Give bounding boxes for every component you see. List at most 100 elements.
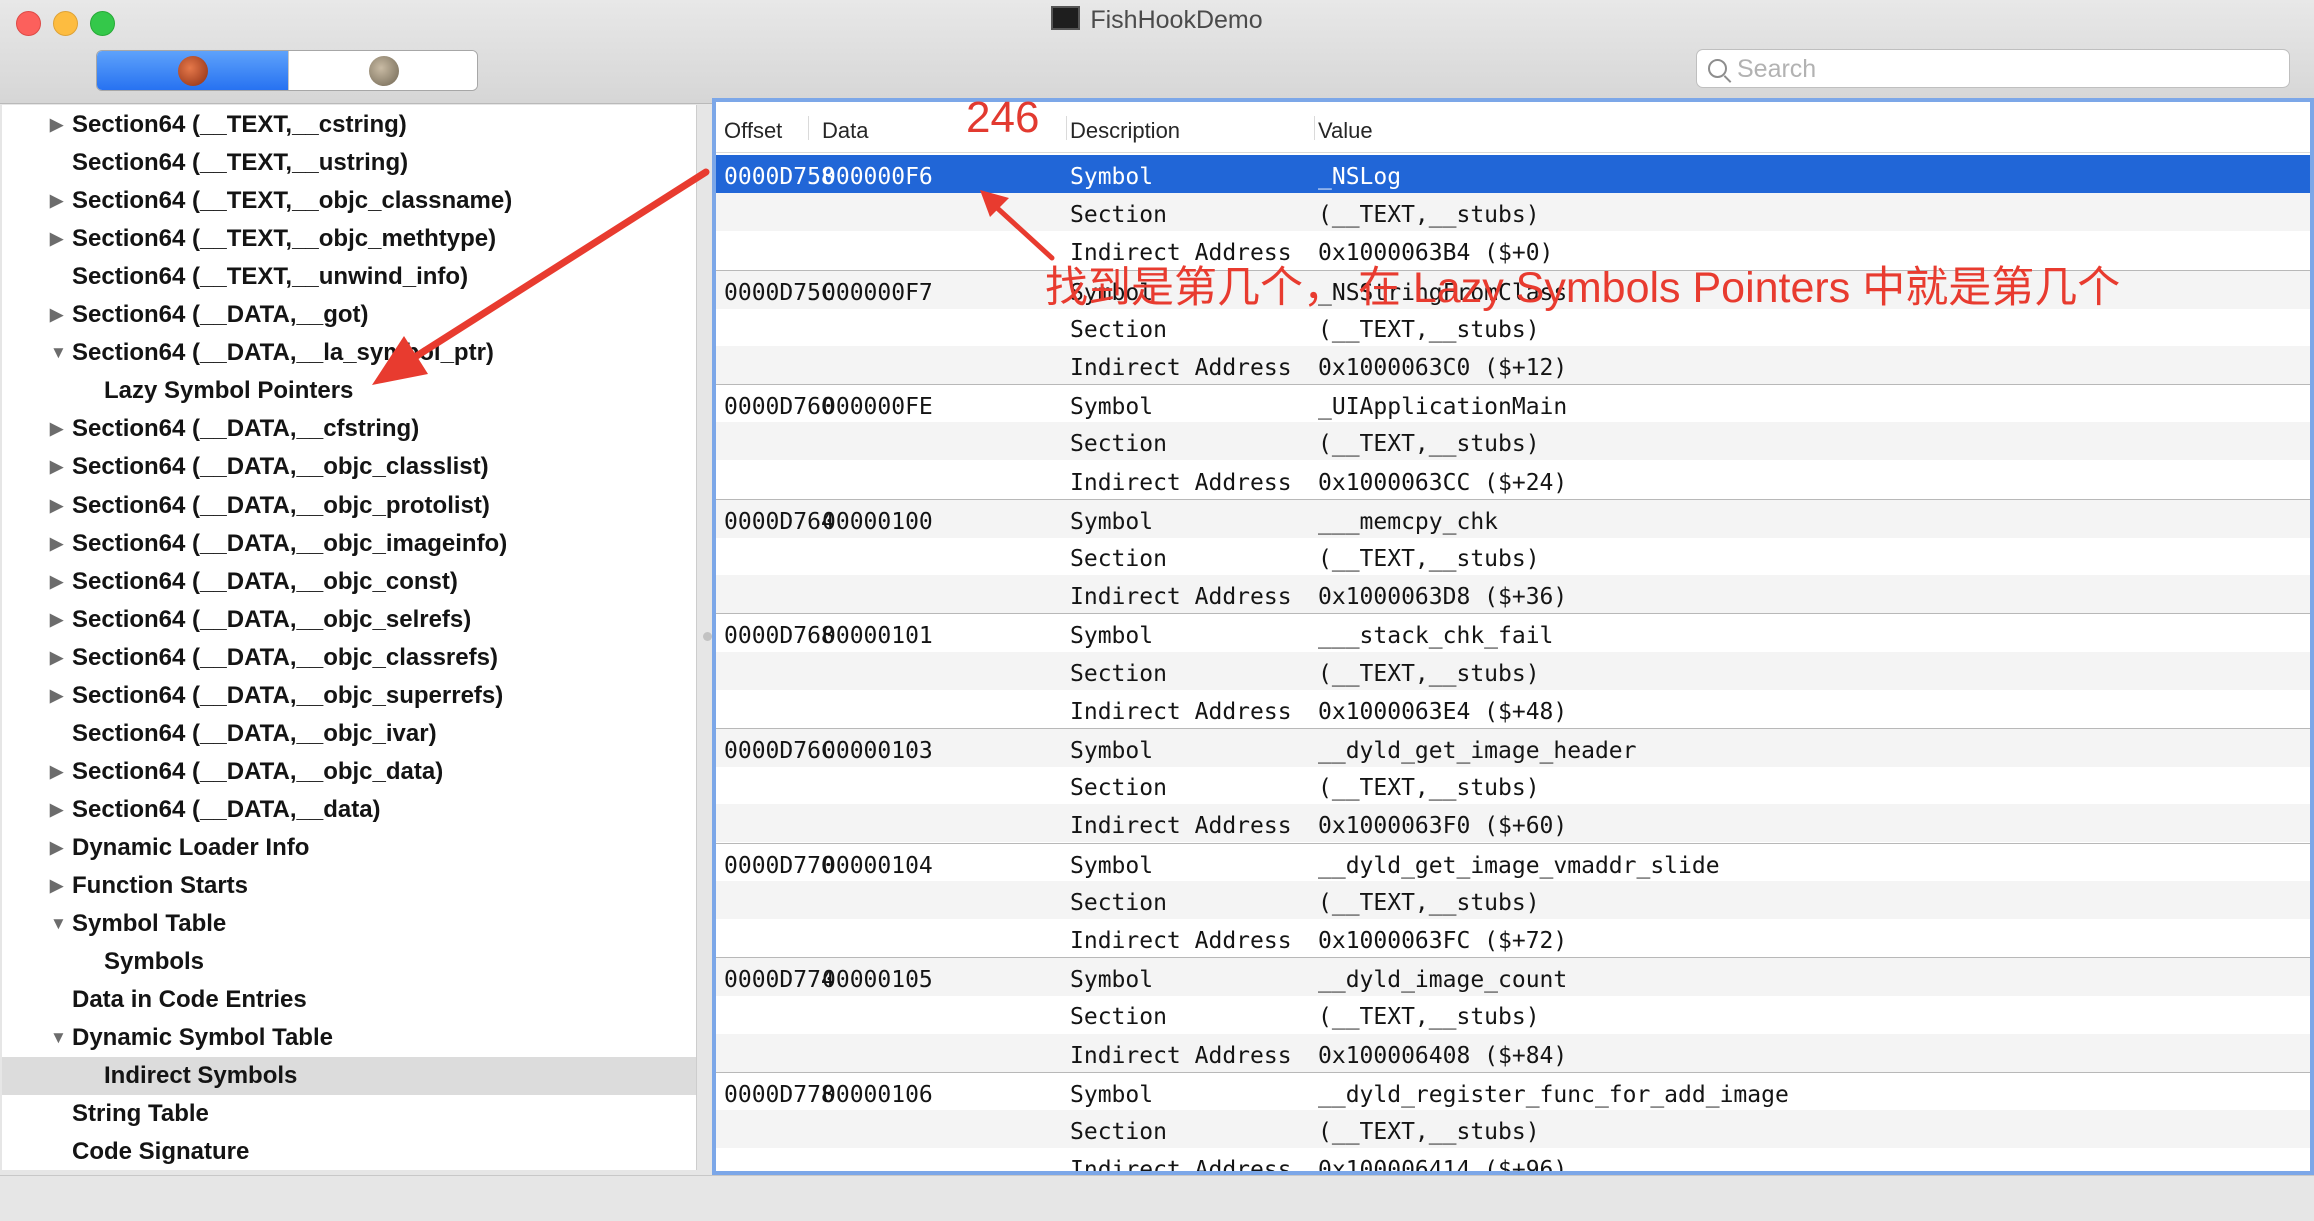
table-row[interactable]: 0000D774 00000105 Symbol __dyld_image_count xyxy=(716,957,2310,997)
split-view-divider-handle[interactable] xyxy=(703,632,712,641)
sidebar-item[interactable]: ▶ Section64 (__DATA,__objc_classlist) xyxy=(2,448,696,486)
sidebar-item[interactable]: ▶ Dynamic Loader Info xyxy=(2,829,696,867)
disclosure-collapsed-icon[interactable]: ▶ xyxy=(50,639,63,677)
disclosure-collapsed-icon[interactable]: ▶ xyxy=(50,106,63,144)
sidebar-item-label: Section64 (__DATA,__data) xyxy=(72,795,381,823)
table-row[interactable]: 0000D778 00000106 Symbol __dyld_register_fu… xyxy=(716,1071,2310,1111)
sidebar-item-label: Code Signature xyxy=(72,1138,250,1166)
table-row[interactable]: 0000D760 000000FE Symbol _UIApplicationMain xyxy=(716,384,2310,423)
sidebar-item-label: Section64 (__DATA,__objc_superrefs) xyxy=(72,681,504,709)
table-row[interactable]: Section (__TEXT,__stubs) xyxy=(716,995,2310,1033)
sidebar-item[interactable]: ▶ Section64 (__TEXT,__cstring) xyxy=(2,106,696,144)
table-row[interactable]: Indirect Address 0x1000063E4 ($+48) xyxy=(716,690,2310,728)
sidebar-item[interactable]: Section64 (__TEXT,__ustring) xyxy=(2,144,696,182)
sidebar-item-label: Section64 (__DATA,__objc_selrefs) xyxy=(72,605,472,633)
sidebar-item[interactable]: Section64 (__DATA,__objc_ivar) xyxy=(2,715,696,753)
sidebar-item[interactable]: ▶ Section64 (__DATA,__objc_data) xyxy=(2,753,696,791)
disclosure-collapsed-icon[interactable]: ▶ xyxy=(50,220,63,258)
disclosure-expanded-icon[interactable]: ▼ xyxy=(50,334,67,372)
sidebar-item[interactable]: ▶ Section64 (__DATA,__objc_protolist) xyxy=(2,487,696,525)
disclosure-expanded-icon[interactable]: ▼ xyxy=(50,905,67,943)
table-row[interactable]: Section (__TEXT,__stubs) xyxy=(716,308,2310,346)
sidebar-item-label: Section64 (__DATA,__objc_data) xyxy=(72,757,444,785)
disclosure-collapsed-icon[interactable]: ▶ xyxy=(50,753,63,791)
table-row[interactable]: 0000D770 00000104 Symbol __dyld_get_image_v… xyxy=(716,842,2310,882)
indirect-symbols-table[interactable]: Offset Data Description Value 0000D758 00… xyxy=(712,98,2314,1175)
table-row[interactable]: Section (__TEXT,__stubs) xyxy=(716,651,2310,690)
table-row[interactable]: Indirect Address 0x1000063CC ($+24) xyxy=(716,461,2310,499)
table-row[interactable]: Indirect Address 0x100006414 ($+96) xyxy=(716,1148,2310,1175)
column-header-value[interactable]: Value xyxy=(1318,102,1373,152)
column-header-data[interactable]: Data xyxy=(822,102,868,152)
table-row[interactable]: Indirect Address 0x100006408 ($+84) xyxy=(716,1033,2310,1072)
sidebar-item-label: Dynamic Symbol Table xyxy=(72,1024,333,1052)
sidebar-item-label: Section64 (__DATA,__objc_classrefs) xyxy=(72,643,498,671)
table-row[interactable]: 0000D76C 00000103 Symbol __dyld_get_image_h… xyxy=(716,728,2310,767)
disclosure-collapsed-icon[interactable]: ▶ xyxy=(50,410,63,448)
apple-icon xyxy=(177,55,208,86)
sidebar-item[interactable]: ▶ Section64 (__DATA,__objc_const) xyxy=(2,563,696,601)
sidebar-item[interactable]: ▼ Section64 (__DATA,__la_symbol_ptr) xyxy=(2,334,696,372)
sidebar-item-label: Section64 (__DATA,__objc_ivar) xyxy=(72,719,437,747)
column-header-description[interactable]: Description xyxy=(1070,102,1180,152)
disclosure-collapsed-icon[interactable]: ▶ xyxy=(50,296,63,334)
sidebar-item[interactable]: String Table xyxy=(2,1095,696,1133)
table-row[interactable]: 0000D768 00000101 Symbol ___stack_chk_fail xyxy=(716,613,2310,652)
table-row[interactable]: Indirect Address 0x1000063F0 ($+60) xyxy=(716,804,2310,843)
sidebar-item[interactable]: ▶ Section64 (__DATA,__objc_superrefs) xyxy=(2,677,696,715)
disclosure-collapsed-icon[interactable]: ▶ xyxy=(50,487,63,525)
sidebar-item[interactable]: ▶ Section64 (__TEXT,__objc_methtype) xyxy=(2,220,696,258)
sidebar-outline[interactable]: ▶ Section64 (__TEXT,__cstring) Section64 (… xyxy=(2,105,697,1170)
table-row[interactable]: 0000D764 00000100 Symbol ___memcpy_chk xyxy=(716,498,2310,538)
disclosure-collapsed-icon[interactable]: ▶ xyxy=(50,563,63,601)
sidebar-item[interactable]: ▶ Function Starts xyxy=(2,867,696,905)
table-row[interactable]: Section (__TEXT,__stubs) xyxy=(716,880,2310,919)
sidebar-item[interactable]: ▶ Section64 (__DATA,__data) xyxy=(2,791,696,829)
sidebar-item[interactable]: ▼ Symbol Table xyxy=(2,905,696,943)
sidebar-item-label: Section64 (__TEXT,__cstring) xyxy=(72,111,407,138)
table-row[interactable]: Indirect Address 0x1000063C0 ($+12) xyxy=(716,346,2310,384)
segment-raw-button[interactable] xyxy=(97,51,288,90)
sidebar-item[interactable]: Lazy Symbol Pointers xyxy=(2,372,696,410)
column-divider xyxy=(808,116,809,140)
disclosure-expanded-icon[interactable]: ▼ xyxy=(50,1019,67,1057)
table-row[interactable]: Section (__TEXT,__stubs) xyxy=(716,1110,2310,1148)
disclosure-collapsed-icon[interactable]: ▶ xyxy=(50,601,63,639)
sidebar-item[interactable]: ▶ Section64 (__DATA,__cfstring) xyxy=(2,410,696,448)
disclosure-collapsed-icon[interactable]: ▶ xyxy=(50,525,63,563)
column-divider xyxy=(1314,116,1315,140)
cell-description: Indirect Address xyxy=(1070,1157,1292,1175)
view-mode-segmented-control[interactable] xyxy=(96,50,478,91)
table-row[interactable]: Indirect Address 0x1000063FC ($+72) xyxy=(716,919,2310,957)
sidebar-item[interactable]: Section64 (__TEXT,__unwind_info) xyxy=(2,258,696,296)
sidebar-item[interactable]: ▶ Section64 (__DATA,__objc_imageinfo) xyxy=(2,525,696,563)
sidebar-item[interactable]: ▼ Dynamic Symbol Table xyxy=(2,1019,696,1057)
search-field[interactable] xyxy=(1696,49,2290,88)
sidebar-item-label: Data in Code Entries xyxy=(72,986,307,1014)
sidebar-item[interactable]: ▶ Section64 (__TEXT,__objc_classname) xyxy=(2,182,696,220)
sidebar-item[interactable]: Code Signature xyxy=(2,1133,696,1170)
table-row[interactable]: Section (__TEXT,__stubs) xyxy=(716,193,2310,232)
column-header-offset[interactable]: Offset xyxy=(724,102,782,152)
sidebar-item-label: Section64 (__DATA,__cfstring) xyxy=(72,415,420,443)
sidebar-item-label: Section64 (__DATA,__got) xyxy=(72,301,369,329)
disclosure-collapsed-icon[interactable]: ▶ xyxy=(50,829,63,867)
table-row[interactable]: Section (__TEXT,__stubs) xyxy=(716,766,2310,804)
sidebar-item[interactable]: Data in Code Entries xyxy=(2,981,696,1019)
sidebar-item[interactable]: ▶ Section64 (__DATA,__objc_classrefs) xyxy=(2,639,696,677)
search-input[interactable] xyxy=(1735,50,2279,88)
sidebar-item[interactable]: Indirect Symbols xyxy=(2,1057,696,1096)
table-row[interactable]: Section (__TEXT,__stubs) xyxy=(716,537,2310,575)
disclosure-collapsed-icon[interactable]: ▶ xyxy=(50,867,63,905)
segment-rva-button[interactable] xyxy=(288,51,477,90)
disclosure-collapsed-icon[interactable]: ▶ xyxy=(50,791,63,829)
sidebar-item[interactable]: ▶ Section64 (__DATA,__got) xyxy=(2,296,696,334)
table-row[interactable]: Indirect Address 0x1000063D8 ($+36) xyxy=(716,575,2310,614)
disclosure-collapsed-icon[interactable]: ▶ xyxy=(50,677,63,715)
disclosure-collapsed-icon[interactable]: ▶ xyxy=(50,182,63,220)
disclosure-collapsed-icon[interactable]: ▶ xyxy=(50,448,63,486)
sidebar-item[interactable]: ▶ Section64 (__DATA,__objc_selrefs) xyxy=(2,601,696,639)
sidebar-item[interactable]: Symbols xyxy=(2,943,696,981)
table-row[interactable]: Section (__TEXT,__stubs) xyxy=(716,422,2310,461)
table-row[interactable]: 0000D758 000000F6 Symbol _NSLog xyxy=(716,155,2310,193)
